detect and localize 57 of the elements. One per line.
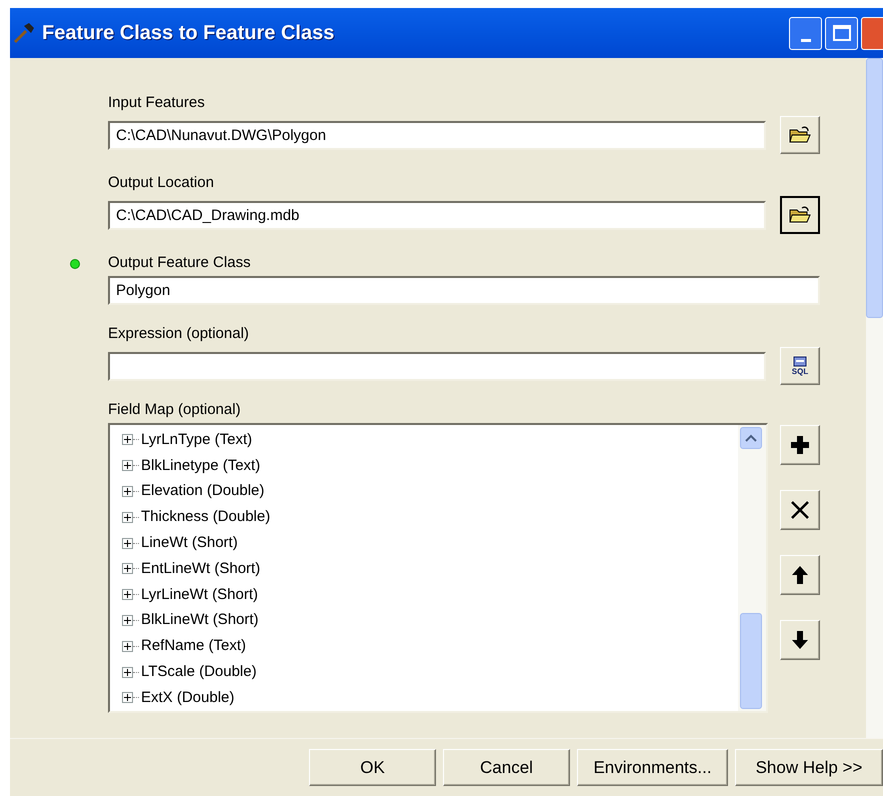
scrollbar[interactable] <box>738 425 766 711</box>
folder-icon <box>789 206 811 224</box>
scroll-up-icon <box>745 434 757 442</box>
tool-button[interactable] <box>780 490 820 530</box>
field-label: Input Features <box>108 94 206 112</box>
field-map-item[interactable]: Thickness (Double) <box>141 508 270 526</box>
field-map-item[interactable]: LyrLineWt (Short) <box>141 586 258 604</box>
field-label: Output Location <box>108 174 215 192</box>
expand-toggle[interactable] <box>122 486 133 497</box>
expand-toggle[interactable] <box>122 434 133 446</box>
maximize-button[interactable] <box>825 16 858 50</box>
close-icon <box>790 500 810 520</box>
field-label: Expression (optional) <box>108 325 250 343</box>
text-field[interactable]: C:\CAD\CAD_Drawing.mdb <box>108 200 766 230</box>
dialog-button[interactable]: Show Help >> <box>735 749 883 786</box>
field-map-item[interactable]: ExtX (Double) <box>141 688 234 707</box>
tool-button[interactable] <box>780 555 820 595</box>
database-window-icon <box>792 356 807 367</box>
down-arrow-icon <box>791 630 809 650</box>
expand-toggle[interactable] <box>122 640 133 652</box>
hammer-icon <box>12 21 36 45</box>
field-map-item[interactable]: LyrLnType (Text) <box>141 430 252 449</box>
up-arrow-icon <box>791 565 809 585</box>
dialog-button[interactable]: OK <box>309 749 436 786</box>
dialog-button[interactable]: Cancel <box>443 749 570 786</box>
dialog-button[interactable]: Environments... <box>577 749 728 786</box>
expand-toggle[interactable] <box>122 614 133 626</box>
field-map-item[interactable]: BlkLinetype (Text) <box>141 456 260 475</box>
browse-button[interactable]: SQL <box>780 347 820 385</box>
expand-toggle[interactable] <box>122 589 133 600</box>
field-label: Output Feature Class <box>108 254 252 272</box>
plus-icon <box>790 435 810 455</box>
field-map-item[interactable]: LTScale (Double) <box>141 663 257 682</box>
close-button[interactable] <box>861 16 883 50</box>
field-map-item[interactable]: BlkLineWt (Short) <box>141 611 259 630</box>
text-field[interactable]: Polygon <box>108 276 820 305</box>
folder-icon <box>789 126 811 144</box>
tool-button[interactable] <box>780 425 820 465</box>
expand-toggle[interactable] <box>122 563 133 574</box>
expand-toggle[interactable] <box>122 512 133 523</box>
sql-label: SQL <box>792 367 808 376</box>
minimize-button[interactable] <box>789 16 822 50</box>
expand-toggle[interactable] <box>122 460 133 472</box>
expand-toggle[interactable] <box>122 692 133 704</box>
scrollbar[interactable] <box>866 58 883 738</box>
window-title: Feature Class to Feature Class <box>42 21 334 46</box>
field-map-item[interactable]: LineWt (Short) <box>141 534 238 552</box>
tool-button[interactable] <box>780 620 820 660</box>
field-map-item[interactable]: Elevation (Double) <box>141 482 264 500</box>
text-field[interactable]: C:\CAD\Nunavut.DWG\Polygon <box>108 120 766 150</box>
expand-toggle[interactable] <box>122 666 133 678</box>
field-map-item[interactable]: RefName (Text) <box>141 637 246 656</box>
text-field[interactable] <box>108 352 766 380</box>
field-map-item[interactable]: EntLineWt (Short) <box>141 560 260 578</box>
expand-toggle[interactable] <box>122 538 133 549</box>
browse-button[interactable] <box>780 196 820 234</box>
field-label: Field Map (optional) <box>108 401 242 419</box>
